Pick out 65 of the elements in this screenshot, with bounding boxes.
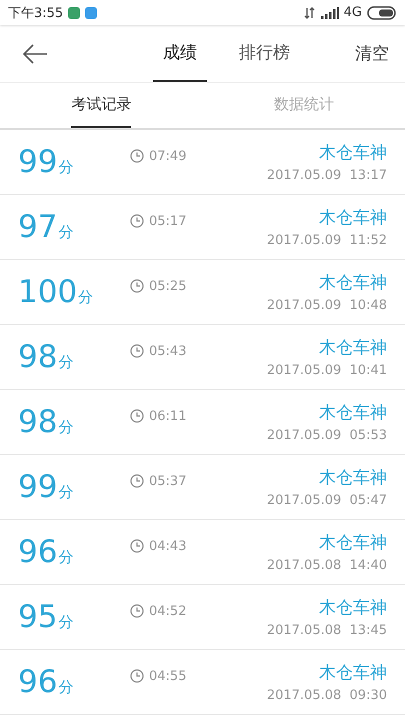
score-unit: 分 — [58, 158, 74, 177]
clock-icon — [130, 149, 144, 163]
exam-date: 2017.05.09 05:53 — [266, 428, 387, 443]
duration: 04:52 — [149, 604, 186, 618]
clock-icon — [130, 604, 144, 618]
status-time: 下午3:55 — [8, 4, 64, 22]
score-unit: 分 — [58, 483, 74, 502]
user-name: 木仓车神 — [319, 207, 387, 229]
signal-icon — [320, 6, 339, 18]
user-name: 木仓车神 — [319, 402, 387, 424]
score-unit: 分 — [58, 678, 74, 697]
score-unit: 分 — [78, 288, 94, 307]
user-name: 木仓车神 — [319, 337, 387, 359]
tab[interactable]: 成绩 — [153, 25, 207, 82]
score: 97 — [18, 209, 58, 245]
clear-button[interactable]: 清空 — [355, 42, 389, 65]
clock-icon — [130, 539, 144, 553]
duration: 07:49 — [149, 148, 186, 164]
score: 99 — [18, 144, 58, 180]
duration: 04:43 — [149, 538, 186, 554]
exam-date: 2017.05.08 13:45 — [266, 623, 387, 638]
duration: 05:37 — [149, 474, 186, 488]
back-arrow-icon[interactable] — [22, 44, 48, 64]
score-unit: 分 — [58, 613, 74, 632]
user-name: 木仓车神 — [319, 662, 387, 684]
user-name: 木仓车神 — [319, 272, 387, 294]
score: 96 — [18, 664, 58, 700]
duration: 05:25 — [149, 278, 186, 294]
score-unit: 分 — [58, 223, 74, 242]
clock-icon — [130, 344, 144, 358]
duration: 06:11 — [149, 408, 186, 424]
exam-date: 2017.05.09 13:17 — [266, 168, 387, 183]
score-unit: 分 — [58, 418, 74, 437]
app-icon — [85, 6, 98, 18]
score: 100 — [18, 274, 78, 310]
score: 98 — [18, 339, 58, 375]
user-name: 木仓车神 — [319, 142, 387, 164]
score: 95 — [18, 599, 58, 635]
exam-date: 2017.05.09 10:48 — [266, 298, 387, 313]
duration: 04:55 — [149, 668, 186, 684]
clock-icon — [130, 474, 144, 488]
score: 98 — [18, 404, 58, 440]
sub-tab[interactable]: 考试记录 — [71, 83, 132, 128]
user-name: 木仓车神 — [319, 467, 387, 489]
score-unit: 分 — [58, 548, 74, 567]
user-name: 木仓车神 — [319, 532, 387, 554]
duration: 05:17 — [149, 214, 186, 228]
score-unit: 分 — [58, 353, 74, 372]
clock-icon — [130, 669, 144, 683]
exam-date: 2017.05.09 11:52 — [266, 233, 387, 248]
exam-date: 2017.05.08 09:30 — [266, 688, 387, 703]
clock-icon — [130, 409, 144, 423]
exam-date: 2017.05.08 14:40 — [266, 558, 387, 573]
clock-icon — [130, 214, 144, 228]
duration: 05:43 — [149, 344, 186, 358]
exam-date: 2017.05.09 10:41 — [266, 363, 387, 378]
data-arrows-icon — [304, 6, 316, 18]
tab[interactable]: 排行榜 — [229, 25, 300, 82]
user-name: 木仓车神 — [319, 597, 387, 619]
score: 99 — [18, 469, 58, 505]
exam-date: 2017.05.09 05:47 — [266, 493, 387, 508]
score: 96 — [18, 534, 58, 570]
network-label: 4G — [344, 5, 362, 20]
clock-icon — [130, 279, 144, 293]
battery-icon — [367, 6, 397, 20]
